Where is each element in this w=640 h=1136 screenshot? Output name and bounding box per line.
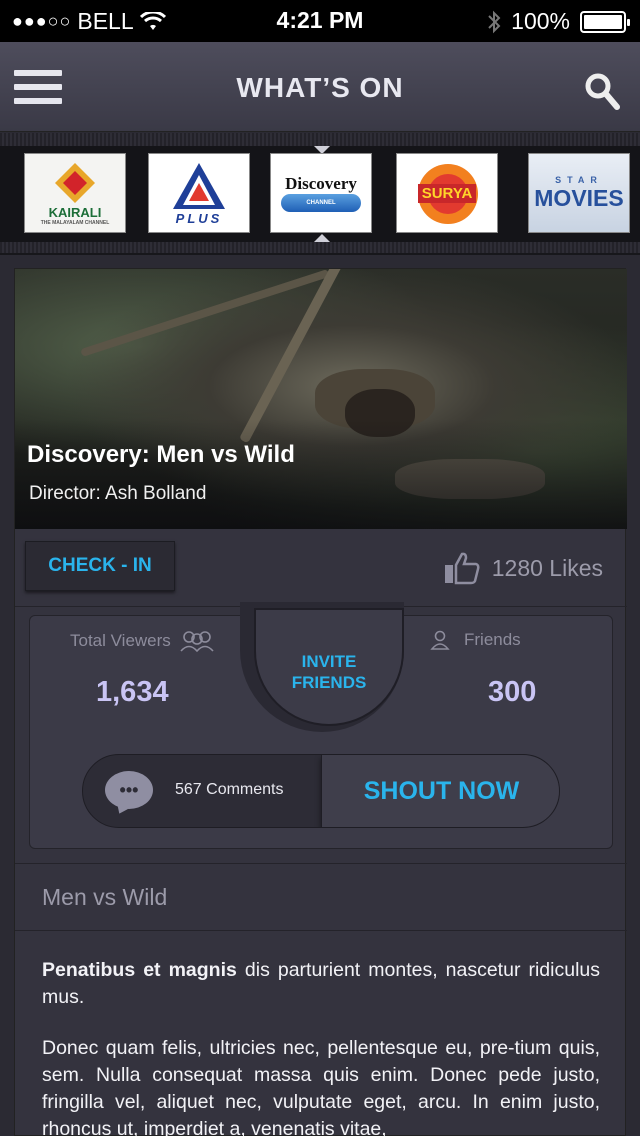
- channel-discovery[interactable]: Discovery CHANNEL: [270, 153, 372, 233]
- show-director: Director: Ash Bolland: [29, 483, 207, 504]
- likes[interactable]: 1280 Likes: [444, 551, 603, 585]
- friends-label: Friends: [430, 630, 521, 650]
- total-viewers-text: Total Viewers: [70, 631, 171, 650]
- battery-percent: 100%: [511, 8, 570, 34]
- status-bar: ●●●○○ BELL 4:21 PM 100%: [0, 0, 640, 42]
- battery-icon: [580, 10, 630, 33]
- bluetooth-icon: [488, 10, 501, 33]
- description-paragraph-2: Donec quam felis, ultricies nec, pellent…: [42, 1037, 600, 1136]
- action-row: CHECK - IN 1280 Likes: [15, 529, 627, 607]
- channel-name: MOVIES: [534, 184, 624, 211]
- page-title: WHAT’S ON: [236, 72, 404, 103]
- app-header: WHAT’S ON: [0, 42, 640, 132]
- channel-subtitle: STAR: [555, 174, 603, 185]
- friends-text: Friends: [464, 630, 521, 649]
- asianet-logo-icon: [173, 162, 225, 209]
- friends-value: 300: [488, 676, 537, 708]
- comment-bubble-icon: •••: [105, 771, 153, 809]
- comments-button[interactable]: ••• 567 Comments: [83, 755, 323, 827]
- shout-now-button[interactable]: SHOUT NOW: [321, 755, 559, 827]
- show-title: Discovery: Men vs Wild: [27, 441, 295, 468]
- channel-subtitle: CHANNEL: [306, 200, 336, 206]
- status-right: 100%: [487, 8, 630, 35]
- channel-name: SURYA: [417, 183, 477, 203]
- invite-line-1: INVITE: [301, 652, 357, 671]
- channel-name: Discovery: [285, 174, 357, 193]
- total-viewers-label: Total Viewers: [70, 630, 215, 652]
- show-hero-image[interactable]: Discovery: Men vs Wild Director: Ash Bol…: [15, 269, 627, 529]
- likes-count: 1280 Likes: [491, 554, 603, 581]
- check-in-button[interactable]: CHECK - IN: [25, 541, 175, 591]
- show-card: Discovery: Men vs Wild Director: Ash Bol…: [14, 268, 627, 1136]
- selected-pointer-bottom-icon: [314, 234, 330, 242]
- description-lead: Penatibus et magnis: [42, 959, 237, 981]
- person-icon: [430, 630, 450, 650]
- show-description: Penatibus et magnis dis parturient monte…: [42, 957, 600, 1136]
- group-icon: [180, 631, 214, 652]
- comments-count: 567 Comments: [175, 781, 284, 798]
- channel-surya[interactable]: SURYA: [396, 153, 498, 233]
- channel-carousel[interactable]: KAIRALI THE MALAYALAM CHANNEL PLUS Disco…: [0, 133, 640, 255]
- channel-star-movies[interactable]: STAR MOVIES: [528, 153, 630, 233]
- thumbs-up-icon: [444, 552, 480, 585]
- search-icon[interactable]: [584, 72, 620, 110]
- description-paragraph: Penatibus et magnis dis parturient monte…: [42, 957, 600, 1011]
- kairali-logo-icon: [55, 162, 95, 203]
- channel-subtitle: THE MALAYALAM CHANNEL: [40, 219, 110, 226]
- channel-plus[interactable]: PLUS: [148, 153, 250, 233]
- channel-name: PLUS: [175, 210, 223, 226]
- stats-panel: Total Viewers 1,634 INVITE FRIENDS Frien…: [29, 602, 613, 849]
- comments-shout-bar: ••• 567 Comments SHOUT NOW: [82, 754, 560, 828]
- section-title: Men vs Wild: [15, 863, 627, 931]
- total-viewers-value: 1,634: [96, 676, 169, 708]
- invite-line-2: FRIENDS: [291, 673, 367, 692]
- channel-kairali[interactable]: KAIRALI THE MALAYALAM CHANNEL: [24, 153, 126, 233]
- channel-name: KAIRALI: [48, 204, 102, 220]
